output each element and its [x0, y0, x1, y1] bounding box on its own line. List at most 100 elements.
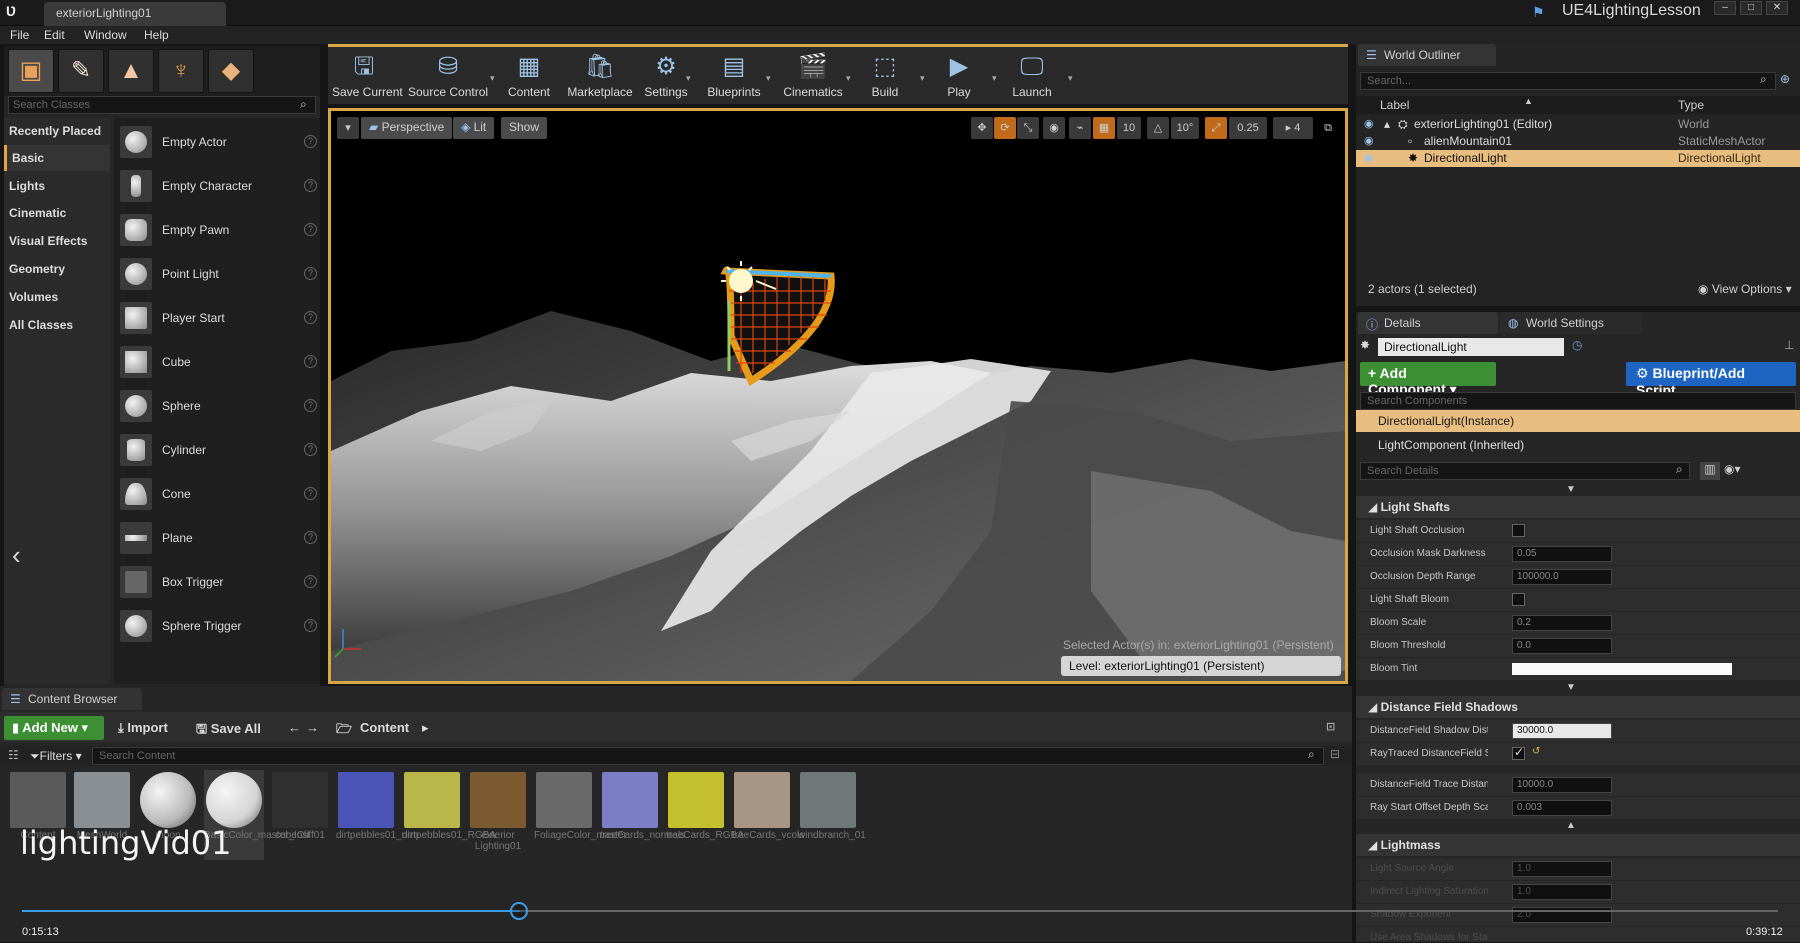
asset-tile[interactable]: exterior Lighting01 [468, 770, 528, 860]
foliage-mode-icon[interactable]: ♆ [158, 49, 204, 93]
bloom-threshold-field[interactable]: 0.0 [1512, 638, 1612, 654]
add-component-button[interactable]: + Add Component ▾ [1360, 362, 1496, 397]
component-light-inherited[interactable]: LightComponent (Inherited) [1356, 434, 1800, 456]
help-icon[interactable]: ? [304, 223, 317, 236]
save-all-button[interactable]: 🖫 Save All [196, 720, 261, 742]
outliner-row-directional-light[interactable]: ◉ ✸ DirectionalLight DirectionalLight [1356, 150, 1800, 167]
label-column-header[interactable]: Label [1380, 98, 1409, 112]
category-cinematic[interactable]: Cinematic [4, 200, 110, 226]
tab-content-browser[interactable]: ☰ Content Browser [2, 688, 142, 710]
chevron-down-icon[interactable]: ▾ [920, 73, 925, 84]
occlusion-depth-range-field[interactable]: 100000.0 [1512, 569, 1612, 585]
raytraced-df-shadows-checkbox[interactable] [1512, 745, 1525, 760]
tab-world-settings[interactable]: ◍ World Settings [1500, 312, 1642, 334]
search-icon[interactable]: ⌕ [300, 97, 307, 112]
tab-world-outliner[interactable]: ☰ World Outliner [1358, 44, 1496, 66]
place-mode-icon[interactable]: ▣ [8, 49, 54, 93]
build-button[interactable]: ⬚ Build [860, 51, 910, 103]
chevron-left-icon[interactable]: ‹ [12, 540, 21, 571]
world-space-icon[interactable]: ◉ [1043, 117, 1065, 139]
asset-tile[interactable]: treeCards_vcols [732, 770, 804, 860]
import-button[interactable]: ⤓ Import [118, 720, 168, 736]
eye-icon[interactable]: ◉▾ [1724, 462, 1741, 476]
class-item-point-light[interactable]: Point Light? [114, 254, 320, 294]
search-content-input[interactable]: Search Content [92, 747, 1324, 765]
maximize-viewport-icon[interactable]: ⧉ [1319, 117, 1337, 139]
help-icon[interactable]: ? [304, 487, 317, 500]
class-item-empty-character[interactable]: Empty Character? [114, 166, 320, 206]
asset-tile[interactable]: dirtpebbles01_nrm [336, 770, 419, 860]
actor-name-input[interactable]: DirectionalLight [1378, 338, 1564, 356]
content-button[interactable]: ▦ Content [504, 51, 554, 103]
sources-panel-icon[interactable]: ☷ [8, 748, 19, 762]
category-recently-placed[interactable]: Recently Placed [4, 118, 110, 144]
class-item-empty-actor[interactable]: Empty Actor? [114, 122, 320, 162]
class-item-player-start[interactable]: Player Start? [114, 298, 320, 338]
grid-snap-icon[interactable]: ▦ [1093, 117, 1115, 139]
sort-ascending-icon[interactable]: ▲ [1524, 96, 1533, 106]
blueprint-add-script-button[interactable]: ⚙ Blueprint/Add Script [1626, 362, 1796, 398]
chevron-right-icon[interactable]: ▸ [422, 720, 429, 736]
translate-icon[interactable]: ✥ [971, 117, 993, 139]
search-icon[interactable]: ⌕ [1308, 747, 1315, 762]
level-viewport[interactable]: ▾ ▰ Perspective ◈ Lit Show ✥ ⟳ ⤡ ◉ ⌁ ▦ 1… [328, 108, 1348, 684]
asset-tile[interactable]: treeCards_RGBA [666, 770, 744, 860]
asset-tile[interactable]: treeCards_normals [600, 770, 685, 860]
scale-snap-icon[interactable]: ⤢ [1205, 117, 1227, 139]
geometry-mode-icon[interactable]: ◆ [208, 49, 254, 93]
rotation-snap-icon[interactable]: △ [1147, 117, 1169, 139]
maximize-button[interactable]: □ [1740, 1, 1762, 15]
pin-icon[interactable]: ⊕ [1780, 72, 1790, 86]
forward-arrow-icon[interactable]: → [306, 720, 319, 735]
outliner-row-world[interactable]: ◉ ▴ ⛭ exteriorLighting01 (Editor) World [1356, 116, 1800, 133]
surface-snap-icon[interactable]: ⌁ [1069, 117, 1091, 139]
menu-file[interactable]: File [10, 28, 29, 42]
perspective-button[interactable]: ▰ Perspective [361, 117, 453, 139]
component-directional-light-instance[interactable]: DirectionalLight(Instance) [1356, 410, 1800, 432]
chevron-down-icon[interactable]: ▾ [490, 73, 495, 84]
blueprints-button[interactable]: ▤ Blueprints [702, 51, 766, 103]
distance-field-shadow-distance-field[interactable]: 30000.0 [1512, 723, 1612, 739]
distance-field-trace-distance-field[interactable]: 10000.0 [1512, 777, 1612, 793]
source-control-button[interactable]: ⛁ Source Control [408, 51, 488, 103]
property-matrix-icon[interactable]: ▥ [1700, 462, 1720, 480]
menu-window[interactable]: Window [84, 28, 127, 42]
category-basic[interactable]: Basic [4, 145, 110, 171]
class-item-plane[interactable]: Plane? [114, 518, 320, 558]
search-details-input[interactable]: Search Details [1360, 462, 1690, 480]
unreal-logo-icon[interactable]: Ʋ [6, 3, 28, 23]
light-source-angle-field[interactable]: 1.0 [1512, 861, 1612, 877]
camera-speed-button[interactable]: ▸ 4 [1273, 117, 1313, 139]
help-icon[interactable]: ? [304, 179, 317, 192]
help-icon[interactable]: ? [304, 355, 317, 368]
class-item-sphere[interactable]: Sphere? [114, 386, 320, 426]
indirect-lighting-saturation-field[interactable]: 1.0 [1512, 884, 1612, 900]
lit-button[interactable]: ◈ Lit [453, 117, 495, 139]
expand-arrow-icon[interactable]: ▼ [1566, 484, 1576, 495]
ray-start-offset-field[interactable]: 0.003 [1512, 800, 1612, 816]
category-all-classes[interactable]: All Classes [4, 312, 110, 338]
class-item-empty-pawn[interactable]: Empty Pawn? [114, 210, 320, 250]
asset-tile[interactable]: windbranch_01 [798, 770, 866, 860]
class-item-sphere-trigger[interactable]: Sphere Trigger? [114, 606, 320, 646]
chevron-down-icon[interactable]: ▾ [766, 73, 771, 84]
category-geometry[interactable]: Geometry [4, 256, 110, 282]
back-arrow-icon[interactable]: ← [288, 720, 301, 735]
asset-tile[interactable]: FoliageColor_master [534, 770, 627, 860]
class-item-cone[interactable]: Cone? [114, 474, 320, 514]
grid-snap-value[interactable]: 10 [1117, 117, 1141, 139]
scale-snap-value[interactable]: 0.25 [1229, 117, 1267, 139]
help-icon[interactable]: ? [304, 531, 317, 544]
class-item-cube[interactable]: Cube? [114, 342, 320, 382]
light-shaft-occlusion-checkbox[interactable] [1512, 524, 1525, 537]
lock-icon[interactable]: ◷ [1572, 338, 1582, 352]
reset-arrow-icon[interactable]: ↺ [1532, 746, 1540, 757]
minimize-button[interactable]: – [1714, 1, 1736, 15]
class-item-cylinder[interactable]: Cylinder? [114, 430, 320, 470]
section-lightmass[interactable]: ◢ Lightmass [1356, 834, 1800, 856]
help-icon[interactable]: ? [304, 443, 317, 456]
level-tab[interactable]: exteriorLighting01 [44, 2, 226, 26]
bloom-tint-color-swatch[interactable] [1512, 663, 1732, 675]
asset-tile[interactable]: cubeCliff01 [270, 770, 330, 860]
eye-icon[interactable]: ◉ [1364, 134, 1374, 147]
